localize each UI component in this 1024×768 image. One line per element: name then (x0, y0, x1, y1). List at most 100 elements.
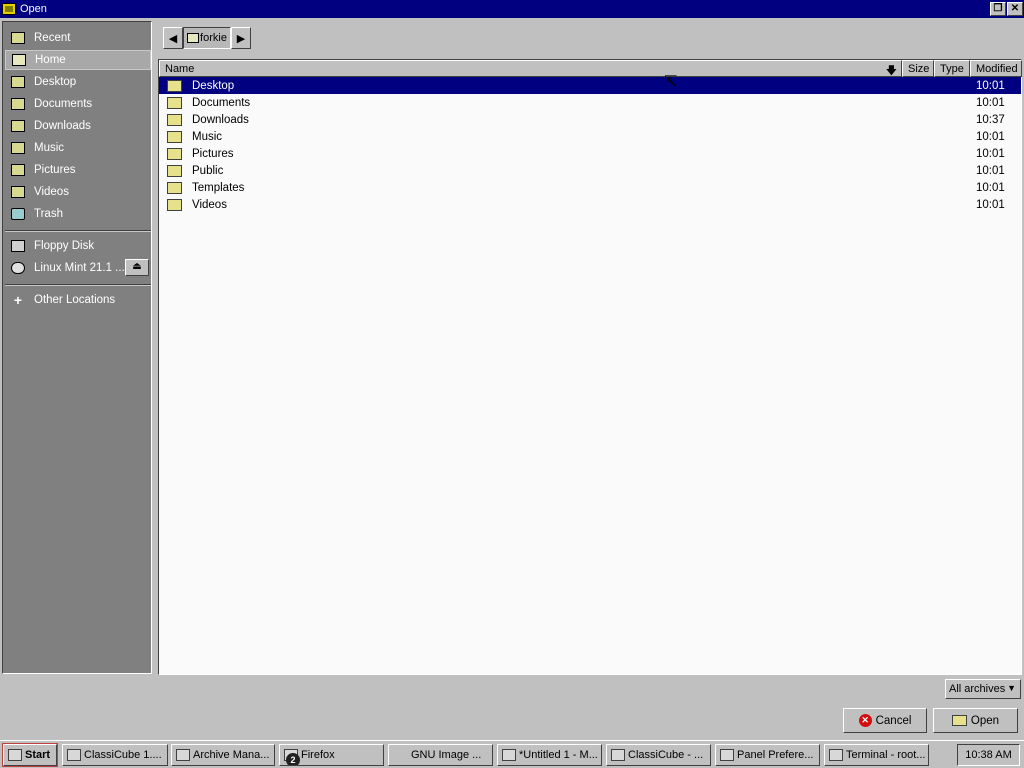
open-folder-icon (951, 715, 967, 726)
file-name: Downloads (192, 113, 249, 126)
taskbar: Start ClassiCube 1.... Archive Mana... F… (0, 740, 1024, 768)
cancel-icon: ✕ (858, 714, 872, 727)
folder-icon (611, 749, 625, 761)
file-name: Templates (192, 181, 245, 194)
column-header-label: Name (165, 62, 195, 75)
sidebar-item-other-locations[interactable]: + Other Locations (5, 290, 151, 310)
open-label: Open (970, 714, 1000, 727)
taskbar-item-archive-manager[interactable]: Archive Mana... (171, 744, 275, 766)
taskbar-item-label: Panel Prefere... (737, 749, 814, 761)
sidebar-item-pictures[interactable]: Pictures (5, 160, 151, 180)
file-name: Music (192, 130, 223, 143)
sidebar-divider (5, 284, 151, 286)
file-row-documents[interactable]: Documents 10:01 (159, 94, 1021, 111)
breadcrumb-home[interactable]: forkie (183, 27, 231, 49)
videos-folder-icon (11, 186, 25, 198)
taskbar-item-gimp[interactable]: GNU Image ... (388, 744, 493, 766)
recent-icon (11, 32, 25, 44)
file-row-public[interactable]: Public 10:01 (159, 162, 1021, 179)
plus-icon: + (13, 292, 23, 308)
taskbar-item-panel-preferences[interactable]: Panel Prefere... (715, 744, 820, 766)
file-row-downloads[interactable]: Downloads 10:37 (159, 111, 1021, 128)
path-back-button[interactable]: ◀ (163, 27, 183, 49)
file-name: Documents (192, 96, 251, 109)
panel-preferences-icon (720, 749, 734, 761)
eject-button[interactable]: ⏏ (125, 259, 149, 276)
downloads-folder-icon (167, 113, 182, 126)
templates-folder-icon (167, 181, 182, 194)
file-modified: 10:01 (976, 164, 1005, 177)
taskbar-item-label: *Untitled 1 - M... (519, 749, 598, 761)
terminal-icon (829, 749, 843, 761)
sidebar-item-videos[interactable]: Videos (5, 182, 151, 202)
filter-value: All archives (949, 683, 1006, 695)
cancel-label: Cancel (875, 714, 912, 727)
file-modified: 10:01 (976, 79, 1005, 92)
sidebar-item-label: Documents (34, 98, 93, 110)
file-row-pictures[interactable]: Pictures 10:01 (159, 145, 1021, 162)
taskbar-item-terminal[interactable]: Terminal - root... (824, 744, 929, 766)
path-forward-button[interactable]: ▶ (231, 27, 251, 49)
taskbar-item-classicube-2[interactable]: ClassiCube - ... (606, 744, 711, 766)
cancel-button[interactable]: ✕ Cancel (843, 708, 927, 733)
sidebar-item-desktop[interactable]: Desktop (5, 72, 151, 92)
floppy-icon (11, 240, 25, 252)
file-modified: 10:01 (976, 181, 1005, 194)
desktop-icon (11, 76, 25, 88)
sidebar-item-floppy[interactable]: Floppy Disk (5, 236, 151, 256)
taskbar-item-label: Terminal - root... (846, 749, 926, 761)
file-row-templates[interactable]: Templates 10:01 (159, 179, 1021, 196)
column-header-size[interactable]: Size (902, 60, 934, 77)
column-header-label: Type (940, 62, 964, 75)
documents-folder-icon (11, 98, 25, 110)
close-button[interactable]: ✕ (1007, 2, 1023, 16)
taskbar-item-label: Firefox (301, 749, 335, 761)
open-dialog-icon (2, 3, 16, 15)
disc-icon (11, 262, 25, 274)
breadcrumb-label: forkie (200, 32, 227, 44)
taskbar-item-classicube[interactable]: ClassiCube 1.... (62, 744, 168, 766)
sidebar-item-linux-mint[interactable]: Linux Mint 21.1 ... ⏏ (5, 258, 151, 278)
home-icon (12, 54, 26, 66)
file-name: Videos (192, 198, 227, 211)
taskbar-item-label: ClassiCube 1.... (84, 749, 162, 761)
column-header-type[interactable]: Type (934, 60, 970, 77)
file-name: Desktop (192, 79, 235, 92)
sidebar-item-label: Floppy Disk (34, 240, 95, 252)
path-bar: ◀ forkie ▶ (163, 27, 251, 49)
file-row-music[interactable]: Music 10:01 (159, 128, 1021, 145)
column-header-label: Modified (976, 62, 1018, 75)
file-list[interactable]: Name 🡇 Size Type Modified Desktop 10:01 … (158, 59, 1022, 675)
pictures-folder-icon (11, 164, 25, 176)
sidebar-divider (5, 230, 151, 232)
open-button[interactable]: Open (933, 708, 1018, 733)
sidebar-item-music[interactable]: Music (5, 138, 151, 158)
column-header-name[interactable]: Name 🡇 (159, 60, 902, 77)
sidebar-item-label: Other Locations (34, 294, 116, 306)
archive-manager-icon (176, 749, 190, 761)
taskbar-item-untitled[interactable]: *Untitled 1 - M... (497, 744, 602, 766)
taskbar-item-label: Archive Mana... (193, 749, 270, 761)
file-row-desktop[interactable]: Desktop 10:01 (159, 77, 1021, 94)
title-bar: Open ❐ ✕ (0, 0, 1024, 18)
trash-icon (11, 208, 25, 220)
sidebar-item-trash[interactable]: Trash (5, 204, 151, 224)
places-sidebar: Recent Home Desktop Documents Downloads … (2, 21, 152, 674)
sidebar-item-label: Trash (34, 208, 63, 220)
restore-button[interactable]: ❐ (990, 2, 1006, 16)
taskbar-clock: 10:38 AM (957, 744, 1020, 766)
sidebar-item-label: Music (34, 142, 65, 154)
chevron-down-icon: ▼ (1007, 683, 1016, 693)
file-row-videos[interactable]: Videos 10:01 (159, 196, 1021, 213)
column-header-modified[interactable]: Modified (970, 60, 1022, 77)
taskbar-item-firefox[interactable]: Firefox 2 (279, 744, 384, 766)
start-button[interactable]: Start (2, 743, 58, 767)
music-folder-icon (11, 142, 25, 154)
sidebar-item-documents[interactable]: Documents (5, 94, 151, 114)
sidebar-item-recent[interactable]: Recent (5, 28, 151, 48)
sidebar-item-downloads[interactable]: Downloads (5, 116, 151, 136)
sidebar-item-home[interactable]: Home (5, 50, 151, 70)
desktop-icon (167, 79, 182, 92)
public-folder-icon (167, 164, 182, 177)
file-type-filter-select[interactable]: All archives ▼ (945, 679, 1021, 699)
